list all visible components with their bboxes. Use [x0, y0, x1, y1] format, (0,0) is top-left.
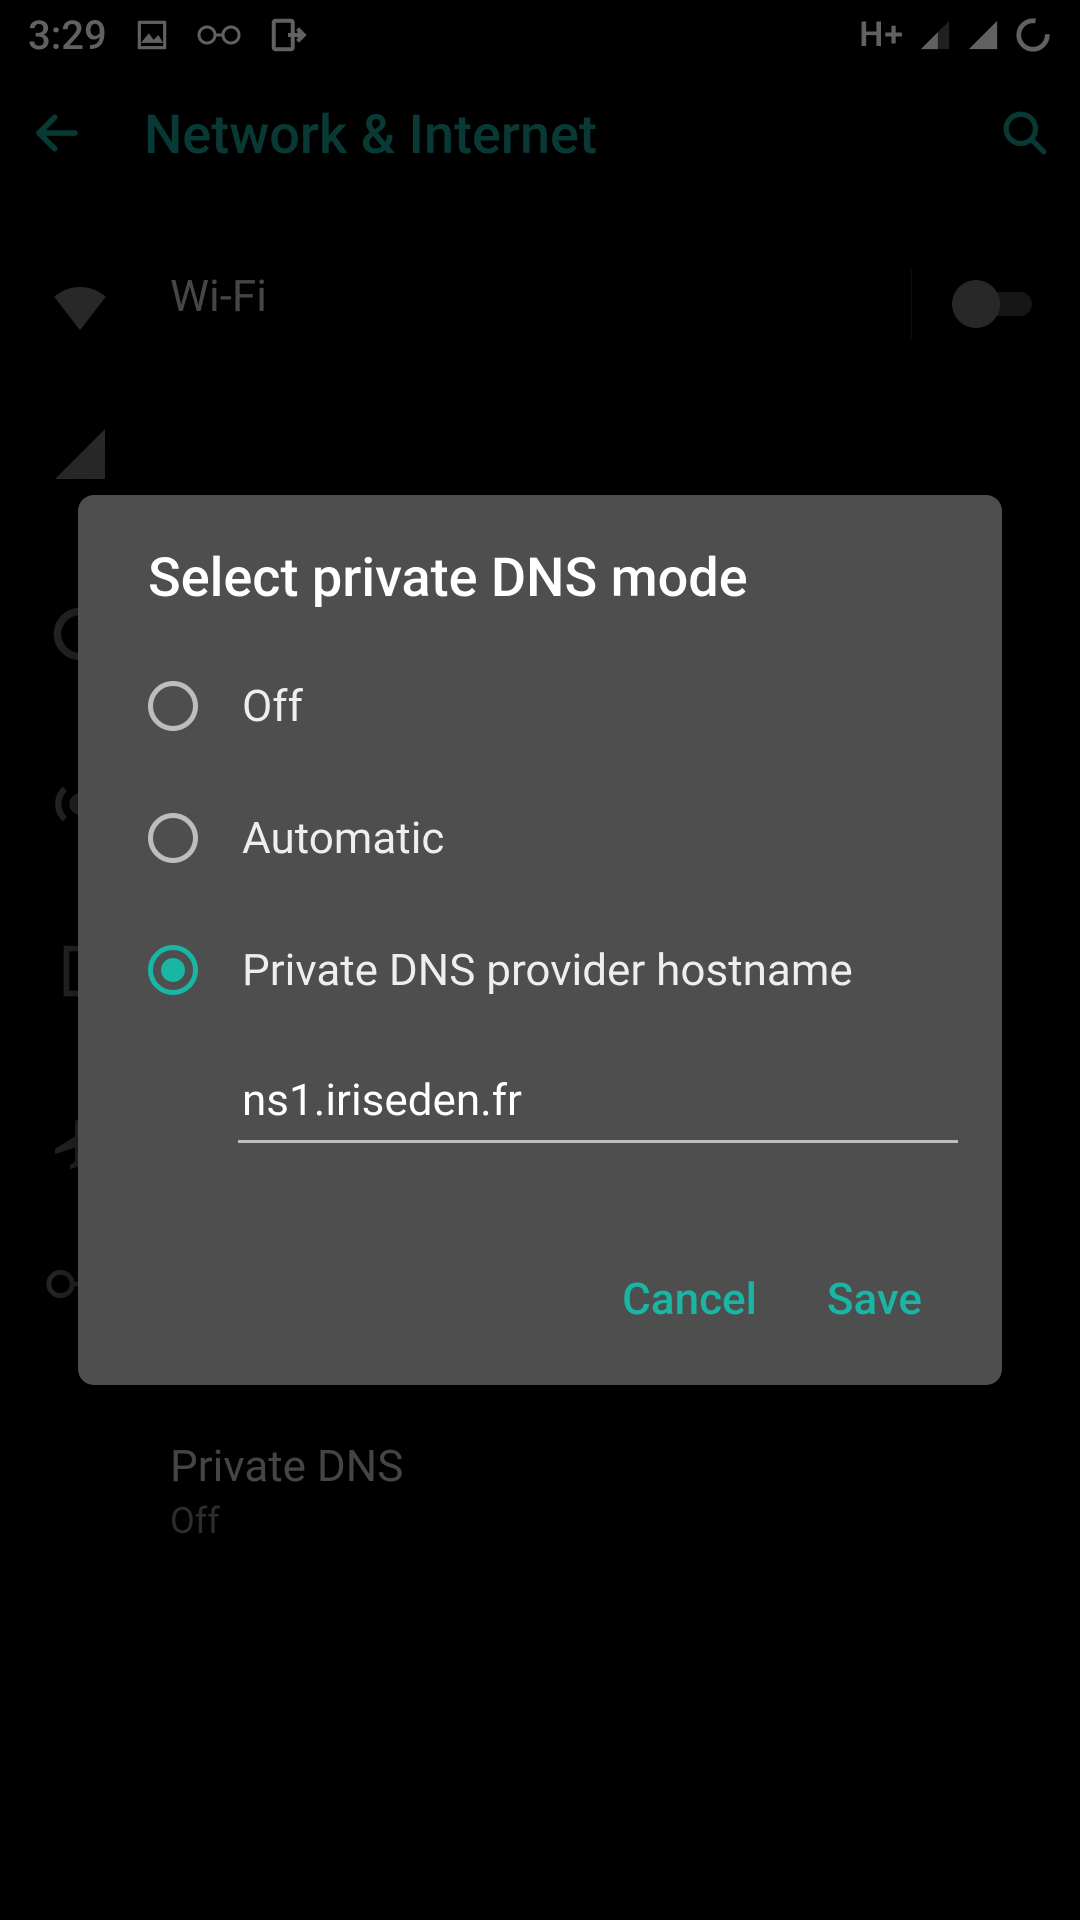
hostname-input[interactable]	[238, 1056, 958, 1143]
radio-option-automatic[interactable]: Automatic	[78, 772, 1002, 904]
radio-label-automatic: Automatic	[242, 812, 444, 864]
dialog-title: Select private DNS mode	[78, 547, 1002, 640]
radio-option-off[interactable]: Off	[78, 640, 1002, 772]
radio-label-hostname: Private DNS provider hostname	[242, 944, 853, 996]
radio-option-hostname[interactable]: Private DNS provider hostname	[78, 904, 1002, 1036]
radio-icon-checked[interactable]	[148, 945, 198, 995]
radio-icon[interactable]	[148, 813, 198, 863]
dialog-actions: Cancel Save	[78, 1153, 1002, 1355]
cancel-button[interactable]: Cancel	[622, 1273, 757, 1325]
radio-label-off: Off	[242, 680, 303, 732]
save-button[interactable]: Save	[827, 1273, 922, 1325]
radio-icon[interactable]	[148, 681, 198, 731]
private-dns-dialog: Select private DNS mode Off Automatic Pr…	[78, 495, 1002, 1385]
